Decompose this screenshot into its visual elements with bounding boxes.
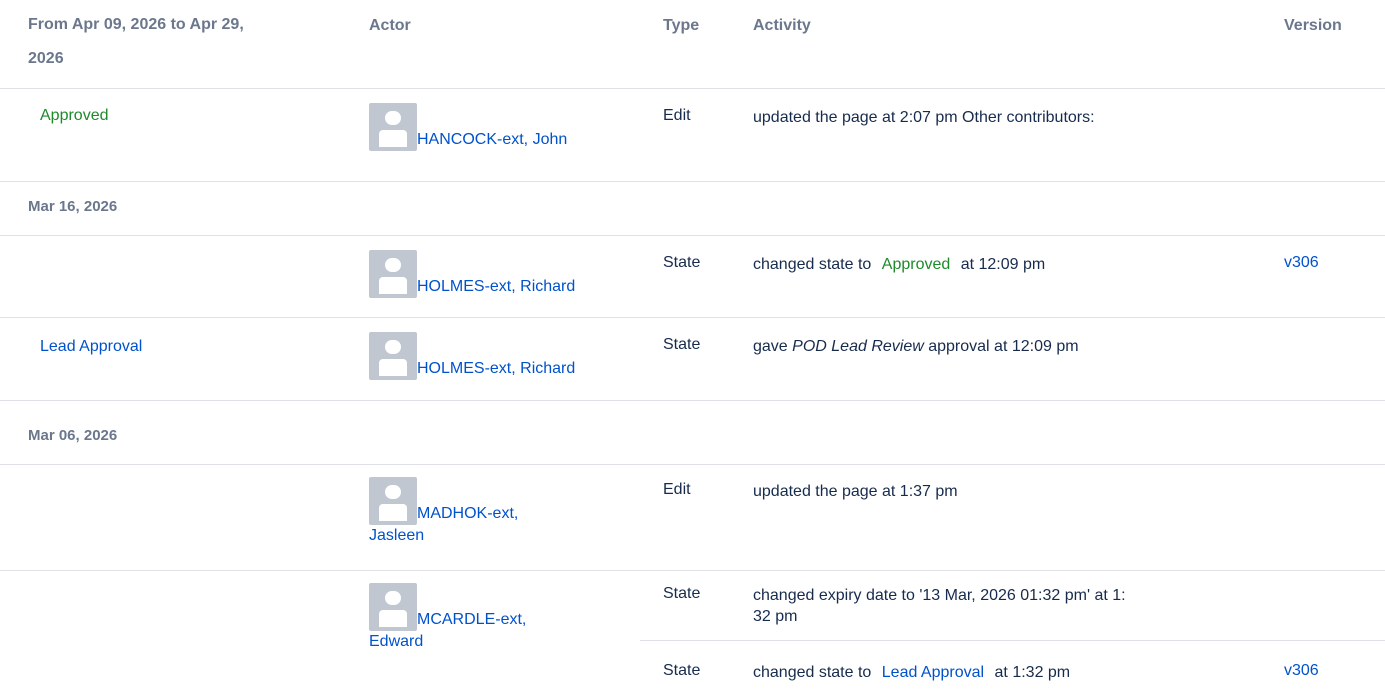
actor-link-line-1[interactable]: MCARDLE-ext, [417,611,526,628]
activity-prefix: changed state to [753,664,872,681]
actor-cell: HANCOCK-ext, John [369,103,629,151]
actor-column-header: Actor [369,17,411,34]
avatar-icon[interactable] [369,103,417,151]
type-cell: State [663,254,701,271]
avatar-icon[interactable] [369,477,417,525]
activity-cell: changed state to Lead Approval at 1:32 p… [753,662,1070,683]
activity-cell: updated the page at 2:07 pm Other contri… [753,109,1095,126]
activity-line-2: 32 pm [753,608,798,625]
activity-prefix: changed state to [753,256,872,273]
actor-link-line-2[interactable]: Jasleen [369,525,629,547]
activity-suffix: at 12:09 pm [960,256,1046,273]
type-cell: State [663,662,701,679]
avatar-icon[interactable] [369,332,417,380]
actor-link-line-2[interactable]: Edward [369,631,629,653]
actor-link-line-1[interactable]: MADHOK-ext, [417,505,518,522]
date-group-row: Mar 16, 2026 [0,182,1385,236]
table-row: Approved HANCOCK-ext, John Edit updated … [0,89,1385,182]
table-row: HOLMES-ext, Richard State changed state … [0,236,1385,318]
type-cell: Edit [663,481,691,498]
activity-cell: changed expiry date to '13 Mar, 2026 01:… [753,585,1253,627]
state-badge-lead-approval[interactable]: Lead Approval [876,664,990,681]
actor-cell: HOLMES-ext, Richard [369,250,629,298]
activity-prefix: gave [753,338,788,355]
activity-suffix: approval at 12:09 pm [928,338,1079,355]
table-row: MADHOK-ext, Jasleen Edit updated the pag… [0,465,1385,571]
date-range-header: From Apr 09, 2026 to Apr 29, 2026 [28,8,328,76]
avatar-icon[interactable] [369,583,417,631]
table-row: Lead Approval HOLMES-ext, Richard State … [0,318,1385,401]
activity-suffix: at 1:32 pm [994,664,1071,681]
state-badge-lead-approval[interactable]: Lead Approval [28,336,154,358]
activity-cell: gave POD Lead Review approval at 12:09 p… [753,336,1079,357]
type-cell: State [663,585,701,602]
review-step-name: POD Lead Review [792,338,924,355]
avatar-icon[interactable] [369,250,417,298]
state-badge-approved[interactable]: Approved [28,105,121,127]
actor-link[interactable]: HOLMES-ext, Richard [417,278,575,295]
state-badge-approved[interactable]: Approved [876,256,957,273]
activity-column-header: Activity [753,17,811,34]
actor-link[interactable]: HOLMES-ext, Richard [417,360,575,377]
version-link[interactable]: v306 [1284,254,1319,272]
actor-cell: MCARDLE-ext, Edward [369,583,629,653]
entry-divider [640,640,1385,641]
date-group-label: Mar 16, 2026 [28,198,118,215]
actor-cell: MADHOK-ext, Jasleen [369,477,629,547]
table-header: From Apr 09, 2026 to Apr 29, 2026 Actor … [0,0,1385,89]
actor-link[interactable]: HANCOCK-ext, John [417,131,567,148]
activity-cell: changed state to Approved at 12:09 pm [753,254,1045,275]
date-range-line-2: 2026 [28,50,64,67]
actor-cell: HOLMES-ext, Richard [369,332,629,380]
page-history-table: From Apr 09, 2026 to Apr 29, 2026 Actor … [0,0,1385,694]
date-group-label: Mar 06, 2026 [28,427,118,444]
type-cell: State [663,336,701,353]
date-group-row: Mar 06, 2026 [0,401,1385,465]
type-column-header: Type [663,17,700,34]
type-cell: Edit [663,107,691,124]
date-range-line-1: From Apr 09, 2026 to Apr 29, [28,16,244,33]
table-row: MCARDLE-ext, Edward State changed expiry… [0,571,1385,694]
version-link[interactable]: v306 [1284,662,1319,680]
activity-cell: updated the page at 1:37 pm [753,483,958,500]
version-column-header: Version [1284,17,1342,34]
activity-line-1: changed expiry date to '13 Mar, 2026 01:… [753,587,1126,604]
